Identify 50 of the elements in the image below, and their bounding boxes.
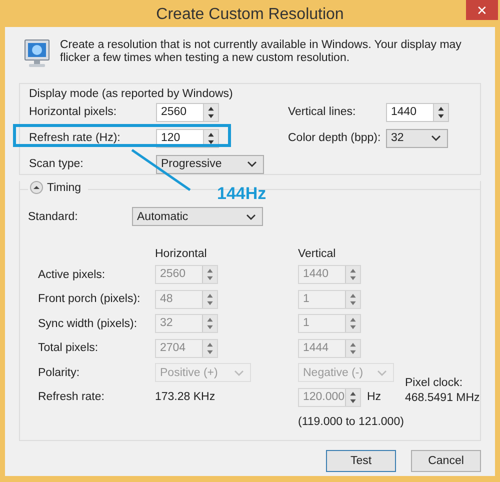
dialog-button[interactable]: Cancel [411,450,481,472]
collapse-icon[interactable] [30,181,43,194]
chevron-icon [246,214,256,220]
column-header: Vertical [298,248,337,262]
chevron-icon [431,135,441,141]
spinner-icon [203,104,218,120]
monitor-icon [24,39,50,69]
unit-label: Hz [367,391,382,404]
field-label: Refresh rate: [38,391,106,404]
field-label: Horizontal pixels: [29,106,118,118]
field-label: Scan type: [29,158,84,170]
column-header: Horizontal [155,248,208,262]
annotation-label: 144Hz [217,184,266,204]
field-label: Refresh rate (Hz): [29,132,122,144]
spinner-icon [345,266,360,284]
field-label: Vertical lines: [288,106,357,118]
number-field[interactable]: 2560 [156,102,219,122]
field-label: Polarity: [38,366,81,379]
range-text: (119.000 to 121.000) [298,416,405,428]
field-label: Total pixels: [38,342,100,354]
dropdown[interactable]: Progressive [156,154,264,174]
group-title: Timing [47,182,82,194]
number-field[interactable]: 1440 [386,102,449,122]
refresh-value: 173.28 KHz [155,391,216,404]
spinner-icon [345,388,360,406]
spinner-icon [202,266,217,284]
spinner-icon [202,315,217,332]
chevron-icon [247,161,257,167]
field-label: Front porch (pixels): [38,293,142,306]
spinner-icon [202,290,217,308]
spinner-icon [202,340,217,357]
dropdown[interactable]: 32 [386,128,448,148]
field-label: Sync width (pixels): [38,318,138,330]
window-title: Create Custom Resolution [156,6,344,24]
chevron-icon [377,370,387,376]
field-label: Color depth (bpp): [288,132,382,144]
group-title: Display mode (as reported by Windows) [29,88,233,100]
spinner-icon [345,340,360,357]
field-label: Standard: [28,210,79,222]
spinner-icon [345,315,360,332]
spinner-icon [433,104,448,120]
dropdown[interactable]: Automatic [132,207,263,226]
description-text: Create a resolution that is not currently available in Windows. Your display may flicker a few times when testing a new custom resolution. [60,39,462,65]
close-button[interactable]: ✕ [466,0,498,20]
chevron-icon [234,370,244,376]
spinner-icon [345,290,360,308]
field-label: Active pixels: [38,268,106,281]
pixel-clock-value: 468.5491 MHz [405,391,481,406]
pixel-clock-label: Pixel clock: [405,376,464,392]
dialog-button[interactable]: Test [326,450,396,472]
